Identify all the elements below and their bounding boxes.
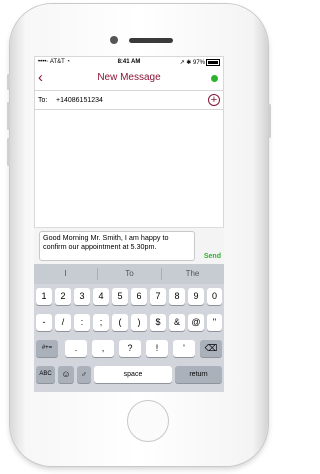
power-button bbox=[268, 104, 271, 138]
recipient-number[interactable]: +14086151234 bbox=[56, 97, 103, 104]
mute-switch bbox=[7, 74, 10, 90]
page-title: New Message bbox=[97, 72, 161, 83]
earpiece-speaker bbox=[129, 38, 173, 43]
key[interactable]: 0 bbox=[207, 288, 222, 305]
keyboard-row-digits: 1 2 3 4 5 6 7 8 9 0 bbox=[34, 288, 224, 306]
emoji-key-icon[interactable]: ☺ bbox=[58, 366, 74, 383]
to-label: To: bbox=[38, 97, 48, 104]
key[interactable]: $ bbox=[150, 314, 166, 331]
status-indicator-dot bbox=[211, 75, 218, 82]
home-button[interactable] bbox=[127, 400, 169, 442]
key[interactable]: / bbox=[55, 314, 71, 331]
key[interactable]: ! bbox=[146, 340, 168, 357]
key[interactable]: 1 bbox=[36, 288, 52, 305]
keyboard: I To The 1 2 3 4 5 6 7 8 9 0 - /: ; ()… bbox=[34, 264, 224, 392]
send-button[interactable]: Send bbox=[204, 253, 221, 260]
keyboard-row-symbols: - / : ; ( ) $ & @ " bbox=[34, 314, 224, 332]
abc-key[interactable]: ABC bbox=[36, 366, 55, 383]
volume-down-button bbox=[7, 138, 10, 166]
prediction-bar: I To The bbox=[34, 264, 224, 284]
delete-key-icon[interactable]: ⌫ bbox=[200, 340, 222, 357]
prediction-3[interactable]: The bbox=[161, 269, 224, 278]
key[interactable]: " bbox=[207, 314, 222, 331]
recipient-row[interactable]: To: +14086151234 + bbox=[34, 91, 224, 110]
battery-icon bbox=[206, 59, 220, 66]
key[interactable]: - bbox=[36, 314, 52, 331]
volume-up-button bbox=[7, 102, 10, 130]
status-bar: ••••◦ AT&T ◔ 8:41 AM ↗ ✱ 97% bbox=[34, 56, 224, 68]
key[interactable]: 3 bbox=[74, 288, 90, 305]
keyboard-row-punctuation: #+= . , ? ! ' ⌫ bbox=[34, 340, 224, 358]
compose-bar: Good Morning Mr. Smith, I am happy to co… bbox=[34, 227, 224, 264]
key[interactable]: 6 bbox=[131, 288, 147, 305]
key[interactable]: , bbox=[92, 340, 114, 357]
key[interactable]: ( bbox=[112, 314, 128, 331]
nav-bar: ‹ New Message bbox=[34, 68, 224, 91]
key[interactable]: 5 bbox=[112, 288, 128, 305]
phone-screen: ••••◦ AT&T ◔ 8:41 AM ↗ ✱ 97% ‹ New Messa… bbox=[34, 56, 224, 392]
key[interactable]: 7 bbox=[150, 288, 166, 305]
key[interactable]: . bbox=[65, 340, 87, 357]
key[interactable]: : bbox=[74, 314, 90, 331]
symbols-toggle-key[interactable]: #+= bbox=[36, 340, 58, 357]
battery-label: ↗ ✱ 97% bbox=[179, 60, 205, 67]
key[interactable]: ' bbox=[173, 340, 195, 357]
return-key[interactable]: return bbox=[175, 366, 222, 383]
key[interactable]: @ bbox=[188, 314, 204, 331]
microphone-key-icon[interactable]: ♂ bbox=[77, 366, 91, 383]
key[interactable]: 8 bbox=[169, 288, 185, 305]
status-right: ↗ ✱ 97% bbox=[180, 59, 220, 66]
message-input[interactable]: Good Morning Mr. Smith, I am happy to co… bbox=[39, 231, 195, 261]
key[interactable]: ) bbox=[131, 314, 147, 331]
key[interactable]: & bbox=[169, 314, 185, 331]
key[interactable]: 2 bbox=[55, 288, 71, 305]
key[interactable]: 9 bbox=[188, 288, 204, 305]
key[interactable]: 4 bbox=[93, 288, 109, 305]
phone-frame: ••••◦ AT&T ◔ 8:41 AM ↗ ✱ 97% ‹ New Messa… bbox=[7, 4, 271, 466]
keyboard-row-bottom: ABC ☺ ♂ space return bbox=[34, 366, 224, 384]
key[interactable]: ? bbox=[119, 340, 141, 357]
add-contact-icon[interactable]: + bbox=[208, 94, 220, 106]
key[interactable]: ; bbox=[93, 314, 109, 331]
prediction-1[interactable]: I bbox=[34, 269, 97, 278]
space-key[interactable]: space bbox=[94, 366, 172, 383]
prediction-2[interactable]: To bbox=[98, 269, 161, 278]
front-camera bbox=[110, 36, 118, 44]
